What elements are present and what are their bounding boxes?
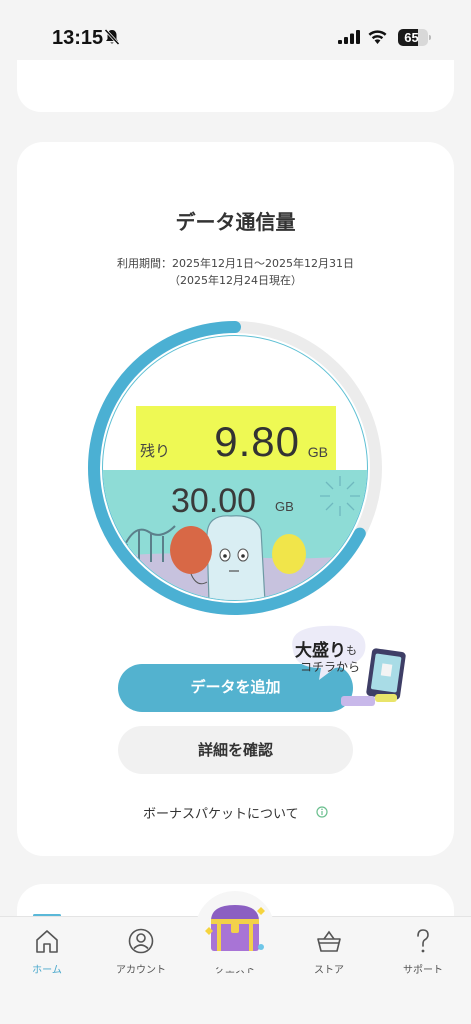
promo-suffix: も — [346, 644, 357, 657]
wifi-icon — [368, 30, 387, 44]
remaining-label: 残り — [140, 442, 171, 460]
home-icon — [36, 930, 58, 953]
remaining-value: 9.80 — [214, 418, 300, 465]
tab-account-label: アカウント — [116, 965, 166, 976]
mascot-body — [206, 515, 266, 600]
total-value: 30.00 — [171, 482, 257, 520]
shopping-basket-icon — [317, 930, 341, 952]
battery-tip — [429, 35, 431, 40]
red-balloon — [170, 526, 212, 574]
question-mark-icon — [417, 929, 429, 953]
yellow-balloon — [272, 534, 306, 574]
total-unit: GB — [275, 499, 294, 514]
view-details-button[interactable]: 詳細を確認 — [118, 726, 353, 774]
signal-icon — [338, 30, 360, 44]
promo-line2: コチラから — [300, 660, 361, 674]
tab-store[interactable]: ストア — [282, 927, 376, 976]
usage-period: 利用期間：2025年12月1日〜2025年12月31日 — [117, 257, 354, 270]
tab-support[interactable]: サポート — [376, 927, 470, 976]
card-title: データ通信量 — [175, 210, 296, 234]
tab-store-label: ストア — [314, 965, 344, 976]
usage-bubble: 残り 9.80 GB 30.00 GB — [102, 335, 368, 601]
battery-percent: 65 — [404, 30, 419, 45]
firework-icon — [320, 476, 360, 516]
remaining-unit: GB — [307, 444, 328, 460]
previous-card — [17, 60, 454, 112]
info-icon[interactable] — [316, 806, 328, 818]
account-icon — [128, 928, 154, 954]
tab-support-label: サポート — [403, 965, 443, 976]
tab-home[interactable]: ホーム — [0, 927, 94, 976]
bonus-packet-link[interactable]: ボーナスパケットについて — [143, 803, 299, 822]
status-time: 13:15 — [52, 27, 104, 49]
usage-as-of-date: （2025年12月24日現在） — [169, 274, 302, 287]
bell-off-icon — [104, 28, 120, 46]
screen: 13:15 65 データ通信量 利用期間：2025年12月1日〜2025年12月… — [0, 0, 471, 1024]
battery-icon: 65 — [398, 29, 428, 46]
quest-button[interactable] — [195, 891, 275, 971]
tab-account[interactable]: アカウント — [94, 927, 188, 976]
remaining-data-box: 残り 9.80 GB — [136, 406, 336, 470]
treasure-chest-icon — [205, 905, 265, 951]
tab-home-label: ホーム — [32, 965, 62, 976]
